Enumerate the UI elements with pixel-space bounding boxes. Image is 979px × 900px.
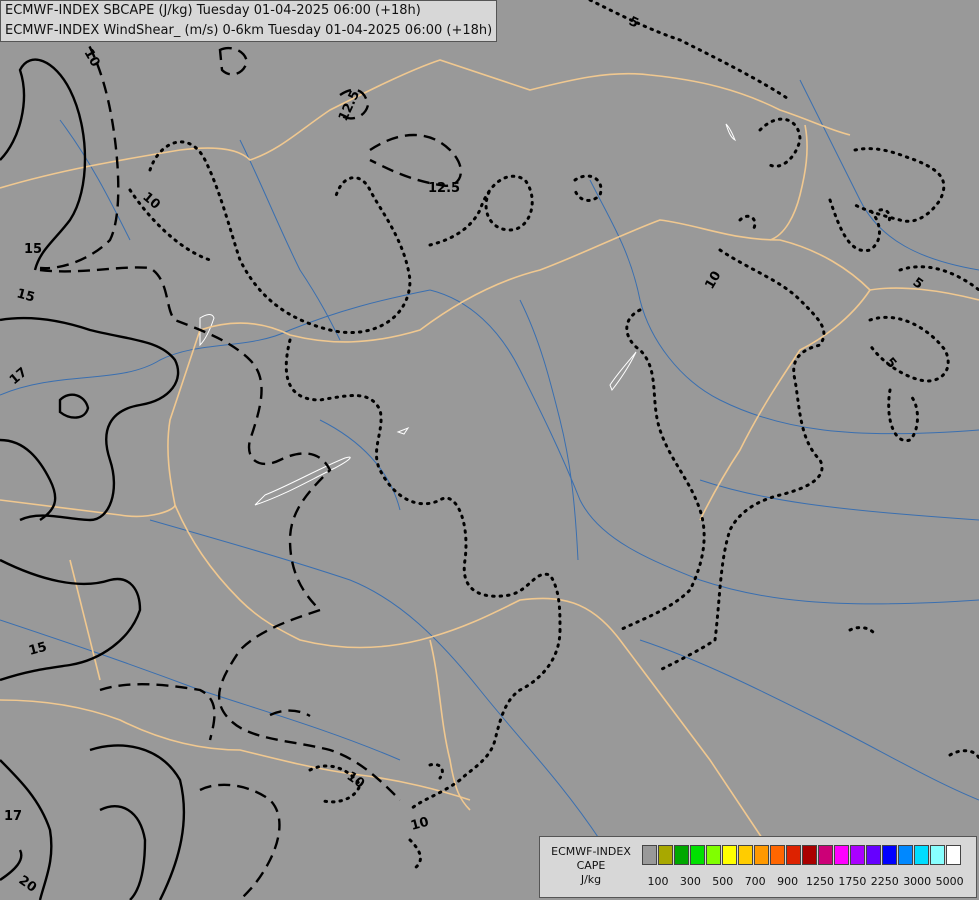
legend-swatch bbox=[706, 845, 721, 865]
weather-map: 5 12.5 10 12.5 15 15 17 15 10 10 5 5 10 … bbox=[0, 0, 979, 900]
map-title-box: ECMWF-INDEX SBCAPE (J/kg) Tuesday 01-04-… bbox=[0, 0, 498, 42]
legend-swatch bbox=[802, 845, 817, 865]
contour-label: 12.5 bbox=[428, 181, 460, 196]
legend-tick-label: 300 bbox=[679, 875, 701, 888]
legend-source: ECMWF-INDEX bbox=[551, 845, 631, 858]
legend-swatch bbox=[786, 845, 801, 865]
contour-label: 17 bbox=[4, 809, 22, 824]
legend-variable: CAPE bbox=[576, 859, 606, 872]
legend-swatch bbox=[850, 845, 865, 865]
legend-swatch bbox=[834, 845, 849, 865]
cape-legend: ECMWF-INDEX CAPE J/kg 100 300 500 700 900 125… bbox=[539, 836, 977, 898]
legend-tick-label: 2250 bbox=[870, 875, 899, 888]
legend-tick-label: 1250 bbox=[806, 875, 834, 888]
contour-label: 15 bbox=[24, 242, 42, 257]
legend-tick-label: 100 bbox=[647, 875, 669, 888]
legend-swatch bbox=[946, 845, 961, 865]
legend-tick-label: 700 bbox=[744, 875, 766, 888]
legend-swatch bbox=[770, 845, 785, 865]
legend-swatch bbox=[930, 845, 945, 865]
legend-swatch bbox=[690, 845, 705, 865]
legend-tick-label: 900 bbox=[777, 875, 799, 888]
legend-color-scale bbox=[642, 845, 962, 865]
legend-swatch bbox=[818, 845, 833, 865]
legend-swatch bbox=[722, 845, 737, 865]
legend-swatch bbox=[738, 845, 753, 865]
legend-swatch bbox=[642, 845, 657, 865]
legend-title: ECMWF-INDEX CAPE J/kg bbox=[544, 845, 638, 887]
title-line-cape: ECMWF-INDEX SBCAPE (J/kg) Tuesday 01-04-… bbox=[5, 3, 421, 18]
legend-tick-label: 500 bbox=[712, 875, 734, 888]
legend-swatch bbox=[754, 845, 769, 865]
legend-swatch bbox=[898, 845, 913, 865]
legend-swatch bbox=[674, 845, 689, 865]
legend-tick-label: 1750 bbox=[838, 875, 867, 888]
legend-swatch bbox=[882, 845, 897, 865]
legend-swatch bbox=[914, 845, 929, 865]
legend-swatch bbox=[866, 845, 881, 865]
legend-ticks: 100 300 500 700 900 1250 1750 2250 3000 5000 bbox=[642, 875, 972, 889]
legend-unit: J/kg bbox=[580, 873, 602, 886]
title-line-windshear: ECMWF-INDEX WindShear_ (m/s) 0-6km Tuesd… bbox=[5, 23, 493, 38]
legend-tick-label: 5000 bbox=[935, 875, 964, 888]
legend-swatch bbox=[658, 845, 673, 865]
legend-tick-label: 3000 bbox=[903, 875, 932, 888]
